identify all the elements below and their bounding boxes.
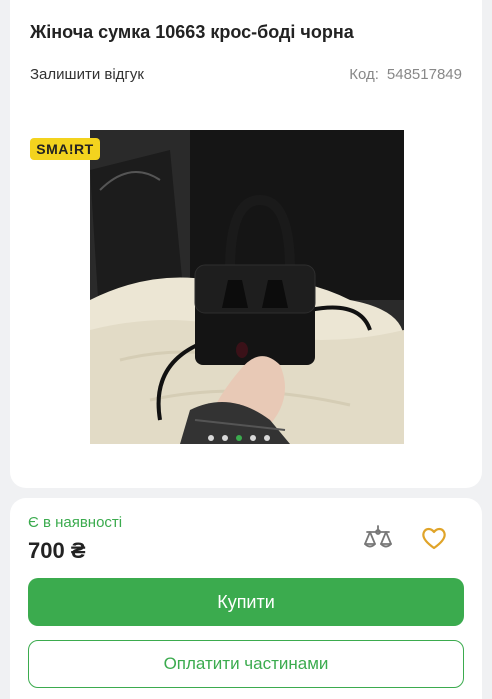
product-title: Жіноча сумка 10663 крос-боді чорна <box>30 22 354 42</box>
pay-in-installments-button[interactable]: Оплатити частинами <box>28 640 464 688</box>
stock-status: Є в наявності <box>28 514 123 531</box>
pagination-dot[interactable] <box>250 435 256 441</box>
pagination-dot[interactable] <box>222 435 228 441</box>
purchase-card: Є в наявності 700 ₴ Купити Оплатити част… <box>10 498 482 699</box>
pagination-dot[interactable] <box>208 435 214 441</box>
pagination-dot-active[interactable] <box>236 435 242 441</box>
smart-badge: SMA!RT <box>30 138 100 160</box>
buy-button[interactable]: Купити <box>28 578 464 626</box>
product-code-label: Код: <box>349 66 379 83</box>
product-code-value: 548517849 <box>386 66 462 83</box>
heart-icon[interactable] <box>420 524 448 552</box>
compare-scales-icon[interactable] <box>362 522 394 554</box>
leave-review-link[interactable]: Залишити відгук <box>30 66 144 83</box>
image-pagination-dots[interactable] <box>208 434 270 442</box>
pagination-dot[interactable] <box>264 435 270 441</box>
product-header-card: Жіноча сумка 10663 крос-боді чорна Залиш… <box>10 0 482 488</box>
bag-photo-illustration <box>90 130 404 444</box>
product-image[interactable] <box>90 130 404 444</box>
price: 700 ₴ <box>28 538 86 563</box>
product-code: Код: 548517849 <box>349 66 462 83</box>
